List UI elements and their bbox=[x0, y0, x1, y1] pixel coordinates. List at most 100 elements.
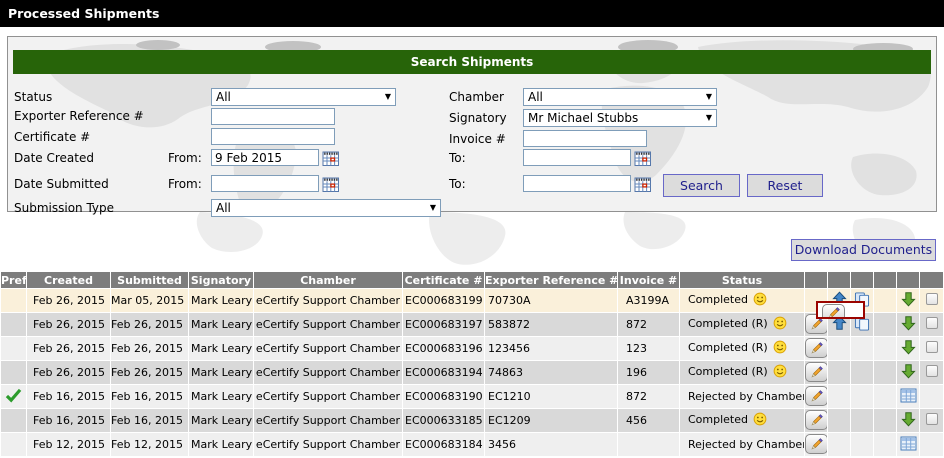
status-select[interactable]: All ▼ bbox=[211, 88, 396, 106]
chamber-select[interactable]: All ▼ bbox=[523, 88, 717, 106]
edit-button[interactable] bbox=[805, 434, 827, 454]
cell-signatory: Mark Leary bbox=[189, 289, 253, 312]
exporter-ref-input[interactable] bbox=[211, 108, 335, 125]
cell-pref bbox=[1, 361, 26, 384]
cell-spacer bbox=[874, 433, 896, 456]
cell-signatory: Mark Leary bbox=[189, 385, 253, 408]
signatory-select-value: Mr Michael Stubbs bbox=[528, 111, 638, 125]
chevron-down-icon: ▼ bbox=[706, 113, 712, 122]
download-documents-button[interactable]: Download Documents bbox=[791, 239, 936, 261]
submission-type-label: Submission Type bbox=[14, 201, 114, 215]
cell-pref bbox=[1, 337, 26, 360]
cell-exporter-ref: 583872 bbox=[485, 313, 617, 336]
certificate-input[interactable] bbox=[211, 128, 335, 145]
download-arrow-icon[interactable] bbox=[901, 411, 916, 427]
cell-pref bbox=[1, 409, 26, 432]
row-select-checkbox[interactable] bbox=[926, 317, 938, 329]
cell-document bbox=[897, 361, 919, 384]
cell-edit bbox=[805, 433, 827, 456]
col-header-created: Created bbox=[27, 272, 110, 288]
edit-button[interactable] bbox=[805, 362, 827, 382]
edit-wrap bbox=[805, 386, 827, 406]
table-row: Feb 26, 2015Feb 26, 2015Mark LearyeCerti… bbox=[1, 337, 943, 360]
download-arrow-icon[interactable] bbox=[901, 363, 916, 379]
edit-selected-highlight bbox=[816, 301, 827, 313]
table-row: Feb 16, 2015Feb 16, 2015Mark LearyeCerti… bbox=[1, 385, 943, 408]
calendar-icon[interactable] bbox=[634, 176, 652, 193]
cell-upload bbox=[828, 337, 850, 360]
cell-submitted: Feb 16, 2015 bbox=[111, 385, 188, 408]
cell-spacer bbox=[874, 313, 896, 336]
cell-created: Feb 12, 2015 bbox=[27, 433, 110, 456]
edit-wrap bbox=[805, 434, 827, 454]
submission-type-select[interactable]: All ▼ bbox=[211, 199, 441, 217]
chevron-down-icon: ▼ bbox=[430, 203, 436, 212]
smiley-icon bbox=[753, 292, 767, 309]
date-submitted-to-input[interactable] bbox=[523, 175, 631, 192]
cell-upload bbox=[828, 433, 850, 456]
table-row: Feb 26, 2015Feb 26, 2015Mark LearyeCerti… bbox=[1, 361, 943, 384]
cell-invoice: 872 bbox=[618, 313, 679, 336]
download-arrow-icon[interactable] bbox=[901, 291, 916, 307]
status-text: Completed (R) bbox=[688, 341, 768, 354]
cell-signatory: Mark Leary bbox=[189, 313, 253, 336]
cell-submitted: Mar 05, 2015 bbox=[111, 289, 188, 312]
invoice-input[interactable] bbox=[523, 130, 647, 147]
cell-select bbox=[920, 409, 943, 432]
calendar-icon[interactable] bbox=[322, 176, 340, 193]
cell-spacer bbox=[874, 385, 896, 408]
cell-exporter-ref: 123456 bbox=[485, 337, 617, 360]
cell-upload bbox=[828, 385, 850, 408]
col-header-pref: Pref. bbox=[1, 272, 26, 288]
row-select-checkbox[interactable] bbox=[926, 293, 938, 305]
invoice-label: Invoice # bbox=[449, 132, 506, 146]
download-arrow-icon[interactable] bbox=[901, 315, 916, 331]
status-text: Completed bbox=[688, 413, 748, 426]
col-header-submitted: Submitted bbox=[111, 272, 188, 288]
edit-wrap bbox=[805, 410, 827, 430]
cell-select bbox=[920, 289, 943, 312]
reset-button[interactable]: Reset bbox=[747, 174, 823, 197]
table-row: Feb 16, 2015Feb 16, 2015Mark LearyeCerti… bbox=[1, 409, 943, 432]
details-grid-icon[interactable] bbox=[900, 388, 917, 403]
status-text: Completed (R) bbox=[688, 365, 768, 378]
search-panel: Search Shipments Status Exporter Referen… bbox=[7, 36, 937, 212]
cell-edit bbox=[805, 289, 827, 312]
cell-submitted: Feb 26, 2015 bbox=[111, 337, 188, 360]
download-arrow-icon[interactable] bbox=[901, 339, 916, 355]
cell-exporter-ref: EC1209 bbox=[485, 409, 617, 432]
cell-pref bbox=[1, 433, 26, 456]
cell-edit bbox=[805, 337, 827, 360]
edit-button[interactable] bbox=[805, 338, 827, 358]
cell-status: Rejected by Chamber bbox=[680, 433, 804, 456]
cell-edit bbox=[805, 385, 827, 408]
cell-select bbox=[920, 433, 943, 456]
calendar-icon[interactable] bbox=[322, 150, 340, 167]
pref-check-icon bbox=[5, 388, 22, 403]
cell-upload bbox=[828, 409, 850, 432]
edit-button[interactable] bbox=[805, 386, 827, 406]
exporter-ref-label: Exporter Reference # bbox=[14, 109, 144, 123]
cell-created: Feb 16, 2015 bbox=[27, 385, 110, 408]
edit-button[interactable] bbox=[822, 304, 827, 313]
details-grid-icon[interactable] bbox=[900, 436, 917, 451]
date-created-label: Date Created bbox=[14, 151, 94, 165]
cell-certificate: EC000683199 bbox=[403, 289, 484, 312]
edit-button[interactable] bbox=[805, 410, 827, 430]
row-select-checkbox[interactable] bbox=[926, 413, 938, 425]
search-button[interactable]: Search bbox=[663, 174, 740, 197]
signatory-select[interactable]: Mr Michael Stubbs ▼ bbox=[523, 109, 717, 127]
cell-select bbox=[920, 385, 943, 408]
cell-exporter-ref: EC1210 bbox=[485, 385, 617, 408]
date-submitted-from-input[interactable] bbox=[211, 175, 319, 192]
cell-certificate: EC000683196 bbox=[403, 337, 484, 360]
date-created-to-input[interactable] bbox=[523, 149, 631, 166]
row-select-checkbox[interactable] bbox=[926, 341, 938, 353]
cell-chamber: eCertify Support Chamber bbox=[254, 289, 402, 312]
row-select-checkbox[interactable] bbox=[926, 365, 938, 377]
cell-certificate: EC000683194 bbox=[403, 361, 484, 384]
date-created-from-input[interactable] bbox=[211, 149, 319, 166]
calendar-icon[interactable] bbox=[634, 150, 652, 167]
cell-edit bbox=[805, 409, 827, 432]
cell-copy bbox=[851, 409, 873, 432]
